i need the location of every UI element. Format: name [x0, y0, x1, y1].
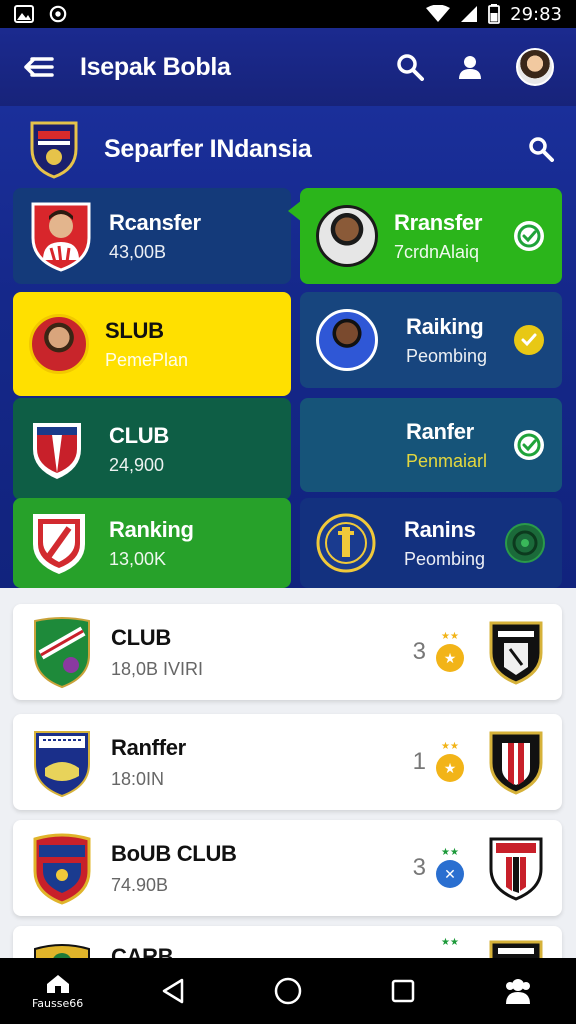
- nav-home-circle[interactable]: [248, 976, 328, 1006]
- tile-title: Rcansfer: [109, 209, 201, 235]
- featured-panel: Separfer INdansia Rcansfer 43,00B Rransf…: [0, 106, 576, 588]
- list-item-title: Ranffer: [111, 734, 186, 760]
- bottom-navigation: Fausse66: [0, 958, 576, 1024]
- tile-subtitle: 7crdnAlaiq: [394, 241, 480, 262]
- tile-subtitle: 24,900: [109, 454, 165, 475]
- tile-subtitle: Peombing: [406, 345, 488, 366]
- club-crest-icon: [34, 617, 90, 689]
- list-item[interactable]: CLUB 18,0B IVIRI 3 ★★ ★: [13, 604, 562, 700]
- ranking-tile[interactable]: Raiking Peombing: [300, 292, 562, 388]
- transfer-tile[interactable]: Ranfer Penmaiarl: [300, 398, 562, 492]
- badge-circle-icon: [505, 523, 545, 563]
- profile-icon[interactable]: [458, 54, 482, 80]
- rank-group: 1 ★★ ★: [413, 742, 464, 782]
- nav-home-label: Fausse66: [31, 996, 84, 1010]
- status-bar: 29:83: [0, 0, 576, 28]
- club-crest-icon: [33, 514, 85, 574]
- ranking-tile[interactable]: Ranins Peombing: [300, 498, 562, 588]
- nav-back[interactable]: [133, 977, 213, 1005]
- nav-home[interactable]: Fausse66: [18, 973, 98, 1010]
- check-circle-icon: [514, 325, 544, 355]
- wifi-icon: [426, 5, 451, 22]
- gallery-notification-icon: [14, 5, 34, 23]
- list-item-subtitle: 18,0B IVIRI: [111, 658, 204, 679]
- tile-title: CLUB: [109, 422, 169, 448]
- profile-badge-icon: [506, 979, 531, 1004]
- player-portrait-icon: [31, 202, 91, 272]
- tile-subtitle: Penmaiarl: [406, 450, 488, 471]
- list-item-title: CLUB: [111, 624, 171, 650]
- status-time: 29:83: [510, 3, 562, 25]
- section-title: Separfer INdansia: [104, 134, 312, 163]
- section-search-icon[interactable]: [528, 136, 554, 162]
- transfer-tile[interactable]: Rcansfer 43,00B: [13, 188, 291, 284]
- search-icon[interactable]: [396, 53, 424, 81]
- list-item-subtitle: 74.90B: [111, 874, 169, 895]
- list-item-title: BoUB CLUB: [111, 840, 237, 866]
- section-header: Separfer INdansia: [28, 118, 554, 180]
- home-icon: [46, 974, 69, 993]
- tile-title: Raiking: [406, 313, 484, 339]
- club-crest-icon: [34, 731, 90, 798]
- club-tile[interactable]: SLUB PemePlan: [13, 292, 291, 396]
- rank-number: 3: [412, 638, 426, 665]
- rank-group: 3 ★★ ✕: [413, 848, 464, 888]
- nav-profile[interactable]: [478, 976, 558, 1006]
- club-tile[interactable]: CLUB 24,900: [13, 398, 291, 500]
- tile-title: Ranfer: [406, 418, 474, 444]
- club-crest-icon: [316, 513, 376, 573]
- tile-title: SLUB: [105, 317, 164, 343]
- rank-group: 3 ★★ ★: [413, 632, 464, 672]
- tile-title: Ranins: [404, 516, 476, 542]
- tile-subtitle: Peombing: [404, 548, 486, 569]
- list-item[interactable]: Ranffer 18:0IN 1 ★★ ★: [13, 714, 562, 810]
- transfer-highlight-tile[interactable]: Rransfer 7crdnAlaiq: [288, 188, 562, 284]
- opponent-crest-icon: [489, 621, 543, 685]
- app-title: Isepak Bobla: [80, 52, 231, 81]
- club-crest-icon: [33, 833, 91, 905]
- federation-crest-icon: [30, 121, 78, 179]
- medal-icon: ★★ ★: [436, 742, 464, 782]
- player-portrait: [29, 314, 89, 374]
- player-portrait: [316, 205, 378, 267]
- ranking-tile[interactable]: Ranking 13,00K: [13, 498, 291, 588]
- tile-title: Ranking: [109, 516, 194, 542]
- back-menu-icon[interactable]: [22, 54, 54, 80]
- home-circle-icon: [274, 977, 302, 1005]
- avatar[interactable]: [516, 48, 554, 86]
- back-triangle-icon: [162, 978, 184, 1004]
- tile-subtitle: 43,00B: [109, 241, 167, 262]
- club-crest-icon: [33, 423, 81, 479]
- rank-number: 3: [412, 854, 426, 881]
- tile-subtitle: 13,00K: [109, 548, 167, 569]
- circle-notification-icon: [49, 5, 67, 23]
- check-circle-icon: [514, 221, 544, 251]
- recents-square-icon: [391, 979, 415, 1003]
- medal-icon: ★★ ✕: [436, 848, 464, 888]
- tile-title: Rransfer: [394, 209, 483, 235]
- signal-icon: [461, 6, 478, 22]
- player-portrait: [316, 309, 378, 371]
- app-bar: Isepak Bobla: [0, 28, 576, 106]
- check-circle-icon: [514, 430, 544, 460]
- opponent-crest-icon: [489, 837, 543, 901]
- tile-subtitle: PemePlan: [105, 349, 189, 370]
- opponent-crest-icon: [489, 731, 543, 795]
- rank-number: 1: [412, 748, 426, 775]
- battery-icon: [488, 4, 501, 24]
- list-item[interactable]: BoUB CLUB 74.90B 3 ★★ ✕: [13, 820, 562, 916]
- nav-recents[interactable]: [363, 978, 443, 1004]
- list-item-subtitle: 18:0IN: [111, 768, 165, 789]
- medal-icon: ★★ ★: [436, 632, 464, 672]
- callout-pointer: [288, 200, 302, 222]
